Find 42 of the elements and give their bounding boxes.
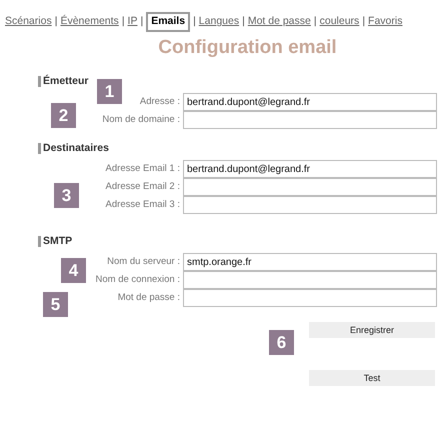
- input-field[interactable]: [183, 271, 437, 290]
- input-field[interactable]: bertrand.dupont@legrand.fr: [183, 93, 437, 112]
- step-marker: 2: [51, 103, 76, 128]
- nav-link[interactable]: Évènements: [60, 14, 119, 30]
- input-field[interactable]: [183, 178, 437, 196]
- input-field[interactable]: smtp.orange.fr: [183, 253, 437, 272]
- input-field[interactable]: [183, 289, 437, 308]
- nav-link[interactable]: Emails: [146, 12, 190, 32]
- section-heading: Destinataires: [38, 143, 445, 154]
- page-title: Configuration email: [157, 36, 338, 60]
- input-field[interactable]: [183, 196, 437, 214]
- field-label: Adresse Email 3 :: [106, 198, 180, 212]
- separator: |: [54, 14, 58, 29]
- separator: |: [362, 14, 366, 29]
- nav-link[interactable]: couleurs: [320, 14, 360, 30]
- field-label: Nom du serveur :: [107, 255, 180, 270]
- field-label: Adresse :: [140, 95, 180, 110]
- field-label: Mot de passe :: [118, 291, 180, 306]
- separator: |: [122, 14, 125, 29]
- step-marker: 4: [61, 258, 86, 283]
- field-label: Adresse Email 2 :: [106, 180, 180, 194]
- nav-link[interactable]: Mot de passe: [248, 14, 311, 30]
- separator: |: [242, 14, 245, 29]
- step-marker: 6: [269, 330, 294, 355]
- separator: |: [314, 14, 317, 29]
- save-button[interactable]: Enregistrer: [309, 322, 435, 338]
- field-label: Nom de domaine :: [102, 113, 180, 128]
- nav-link[interactable]: Langues: [198, 14, 240, 30]
- section-heading: SMTP: [38, 236, 445, 248]
- input-field[interactable]: [183, 111, 437, 130]
- field-label: Adresse Email 1 :: [106, 162, 180, 176]
- separator: |: [193, 14, 196, 29]
- step-marker: 3: [54, 183, 79, 208]
- separator: |: [140, 14, 144, 29]
- test-button[interactable]: Test: [309, 370, 435, 386]
- step-marker: 5: [43, 292, 68, 317]
- nav-link[interactable]: IP: [128, 14, 138, 30]
- step-marker: 1: [97, 79, 122, 104]
- nav-link[interactable]: Scénarios: [5, 14, 52, 30]
- input-field[interactable]: bertrand.dupont@legrand.fr: [183, 160, 437, 178]
- field-label: Nom de connexion :: [96, 273, 180, 288]
- nav-link[interactable]: Favoris: [368, 14, 402, 30]
